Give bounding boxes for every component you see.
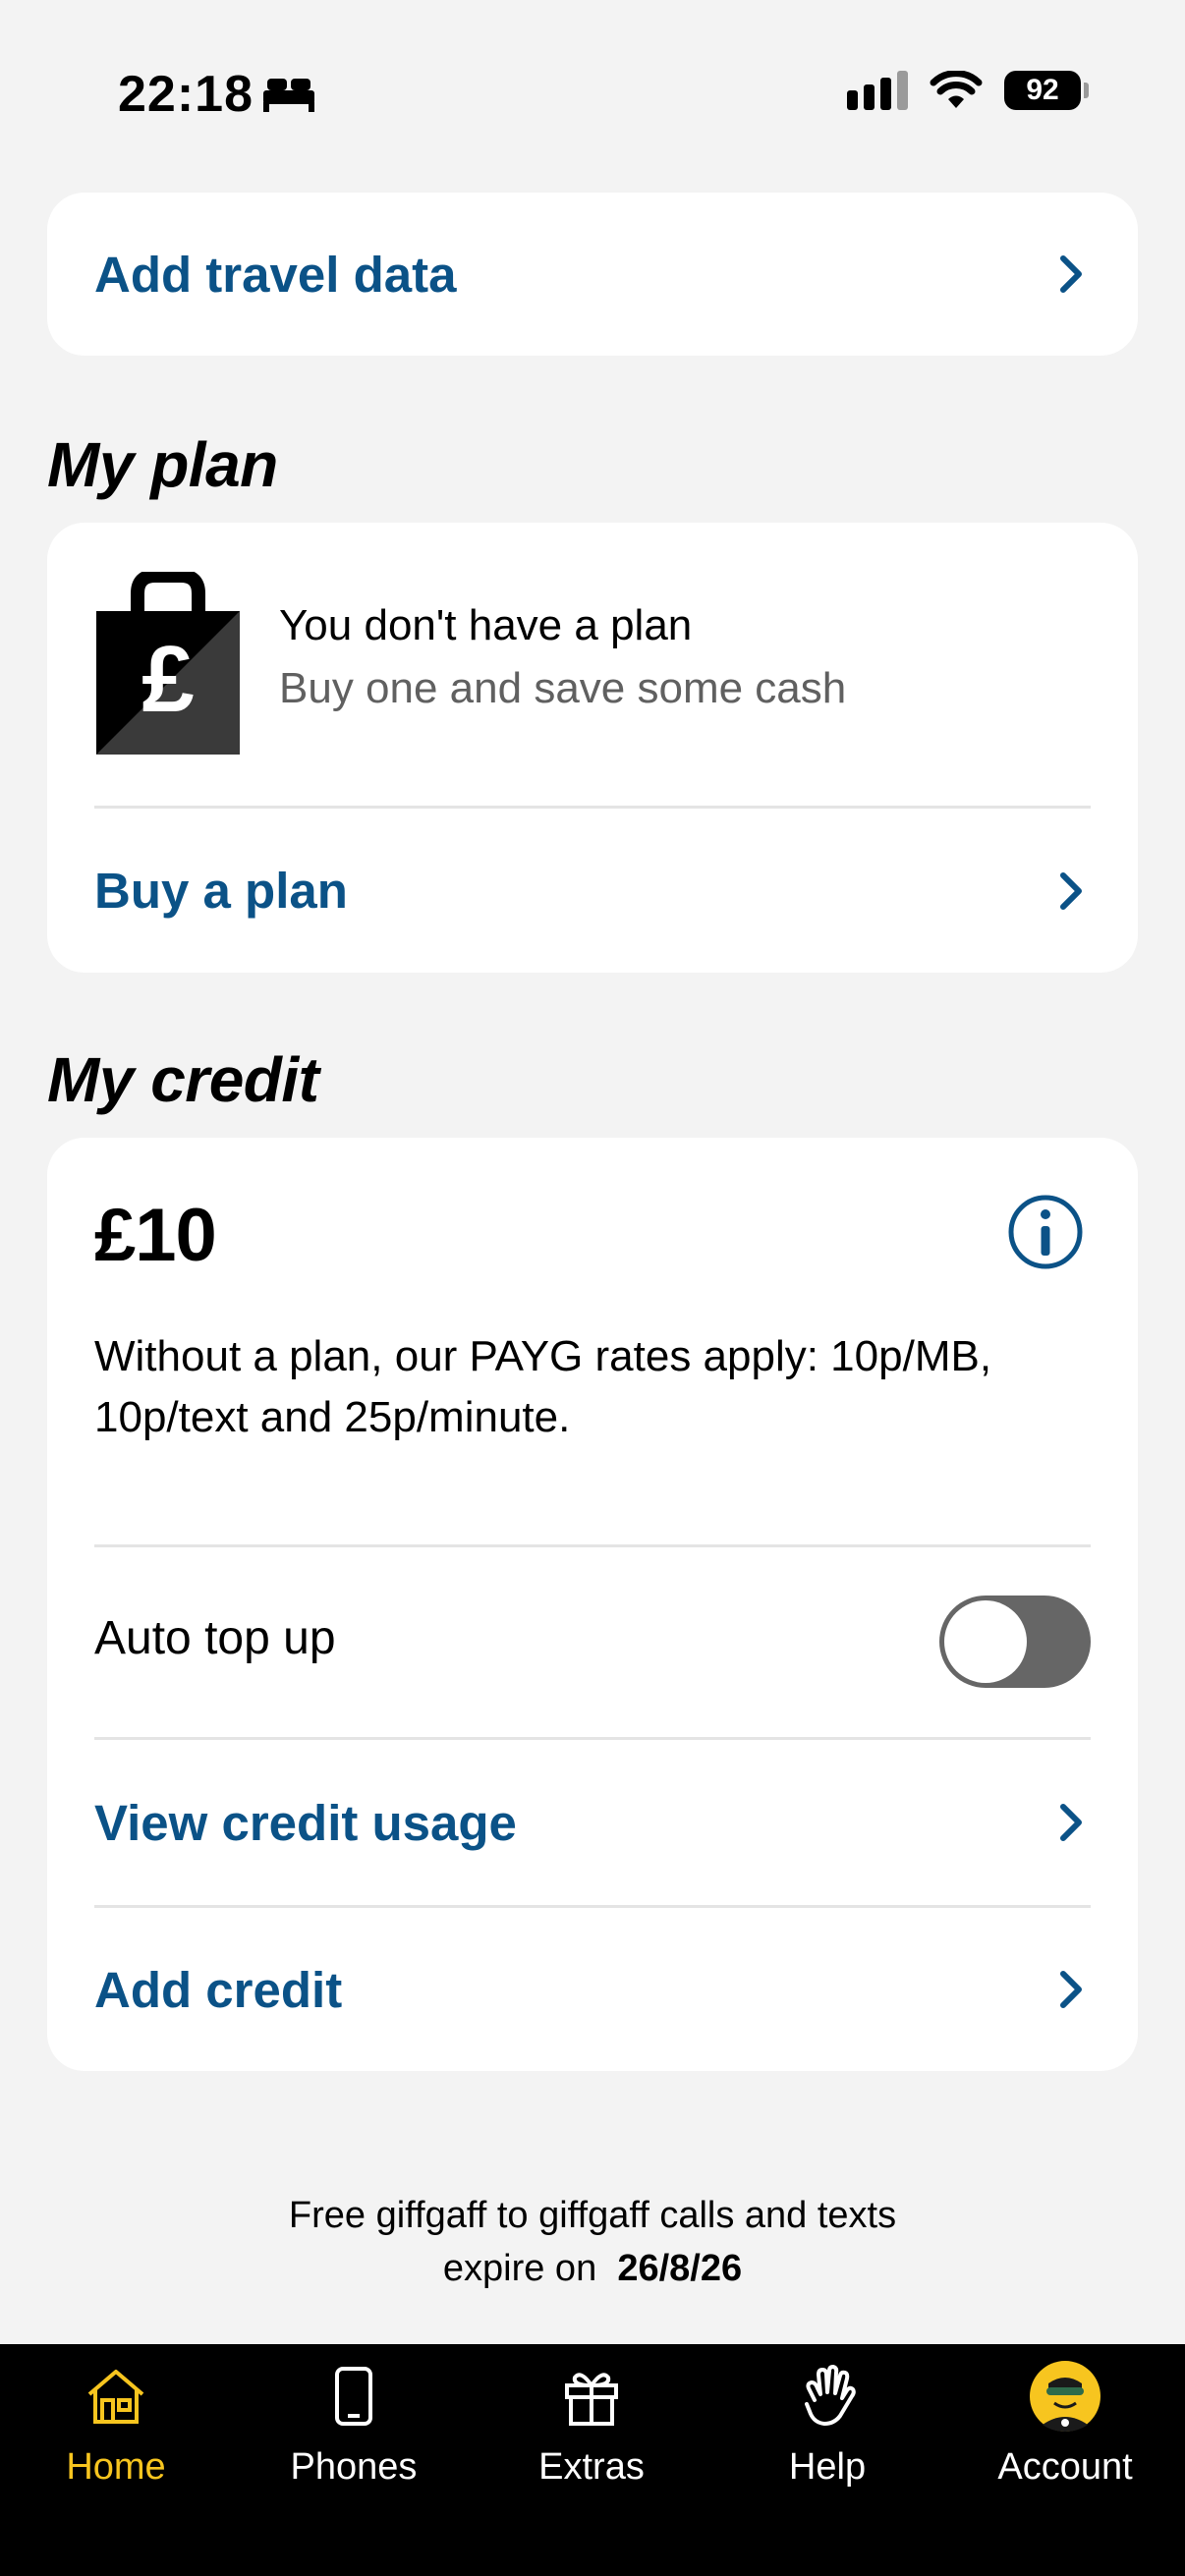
my-plan-card: £ You don't have a plan Buy one and save… [47, 523, 1138, 973]
buy-plan-row[interactable]: Buy a plan [94, 809, 1091, 973]
add-travel-data-label: Add travel data [94, 246, 457, 303]
divider [94, 1544, 1091, 1547]
add-credit-row[interactable]: Add credit [94, 1908, 1091, 2071]
bottom-tab-bar: Home Phones Extras Help Account [0, 2344, 1185, 2576]
add-credit-label: Add credit [94, 1961, 343, 2018]
my-credit-card: £10 Without a plan, our PAYG rates apply… [47, 1138, 1138, 2071]
tab-help[interactable]: Help [729, 2344, 926, 2501]
my-credit-title: My credit [47, 1044, 319, 1115]
view-credit-usage-label: View credit usage [94, 1794, 517, 1851]
shopping-bag-pound-icon: £ [96, 572, 240, 755]
no-plan-headline: You don't have a plan [279, 601, 693, 649]
battery-indicator: 92 [1004, 71, 1089, 110]
auto-top-up-label: Auto top up [94, 1612, 336, 1664]
sleep-focus-icon [263, 79, 314, 112]
travel-data-card[interactable]: Add travel data [47, 193, 1138, 356]
svg-text:£: £ [141, 627, 194, 732]
wifi-icon [930, 71, 983, 108]
tab-account[interactable]: Account [967, 2344, 1163, 2501]
chevron-right-icon [1060, 1971, 1082, 2008]
info-icon[interactable] [1006, 1193, 1085, 1271]
tab-extras-label: Extras [538, 2446, 645, 2488]
chevron-right-icon [1060, 1804, 1082, 1841]
signal-icon [847, 71, 908, 110]
tab-account-label: Account [997, 2446, 1133, 2488]
tab-extras[interactable]: Extras [493, 2344, 690, 2501]
auto-top-up-toggle[interactable] [939, 1596, 1091, 1688]
chevron-right-icon [1060, 255, 1082, 293]
avatar-icon [1030, 2361, 1100, 2432]
tab-home[interactable]: Home [18, 2344, 214, 2501]
expiry-line: expire on 26/8/26 [0, 2242, 1185, 2295]
expiry-date: 26/8/26 [617, 2248, 743, 2289]
free-calls-line: Free giffgaff to giffgaff calls and text… [288, 2195, 897, 2236]
gift-icon [565, 2373, 618, 2426]
status-bar: 22:18 92 [0, 0, 1185, 177]
payg-rates-description: Without a plan, our PAYG rates apply: 10… [94, 1332, 992, 1441]
phone-icon [335, 2367, 372, 2426]
free-calls-note: Free giffgaff to giffgaff calls and text… [0, 2189, 1185, 2295]
tab-help-label: Help [788, 2446, 867, 2488]
credit-amount: £10 [94, 1194, 217, 1277]
status-time: 22:18 [118, 66, 254, 123]
my-plan-title: My plan [47, 429, 278, 500]
battery-level: 92 [1026, 74, 1059, 106]
chevron-right-icon [1060, 871, 1082, 910]
tab-phones-label: Phones [290, 2446, 418, 2488]
no-plan-subline: Buy one and save some cash [279, 664, 847, 712]
view-credit-usage-row[interactable]: View credit usage [94, 1740, 1091, 1905]
home-icon [87, 2370, 144, 2424]
buy-plan-label: Buy a plan [94, 863, 348, 919]
hand-icon [805, 2365, 856, 2426]
expiry-prefix: expire on [442, 2248, 597, 2289]
toggle-knob [944, 1600, 1027, 1683]
tab-phones[interactable]: Phones [255, 2344, 452, 2501]
tab-home-label: Home [66, 2446, 166, 2488]
